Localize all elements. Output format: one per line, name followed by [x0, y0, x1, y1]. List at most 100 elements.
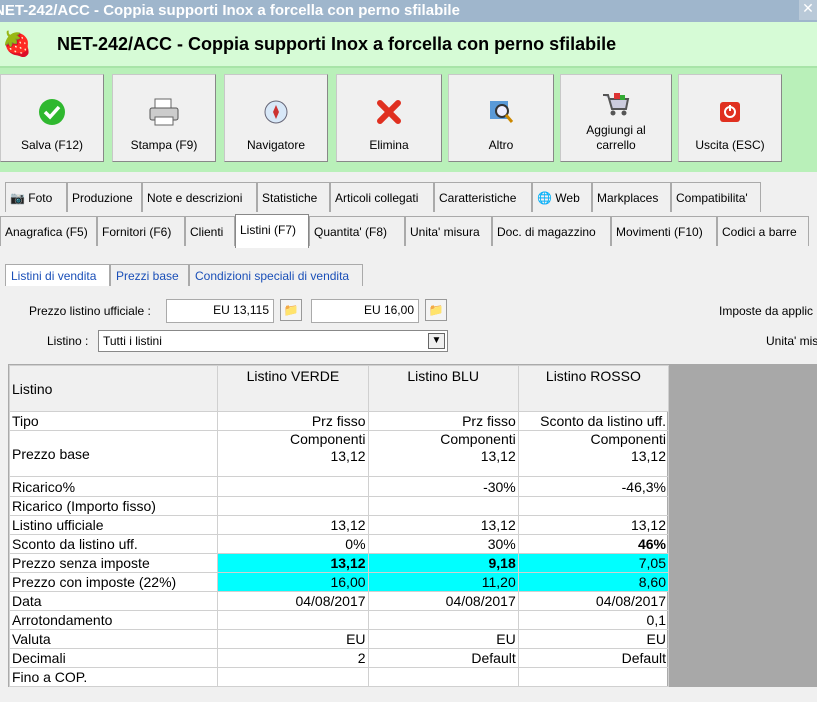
table-cell[interactable] — [517, 496, 670, 516]
column-header[interactable]: Listino — [8, 365, 219, 412]
folder-icon[interactable]: 📁 — [280, 299, 302, 321]
table-row[interactable]: Fino a COP. — [8, 667, 670, 687]
table-cell[interactable]: 13,12 — [517, 515, 670, 535]
tab-statistiche[interactable]: Statistiche — [257, 182, 330, 212]
tab-listini[interactable]: Listini (F7) — [235, 214, 309, 248]
table-cell[interactable] — [367, 496, 519, 516]
table-row[interactable]: Listino ufficiale 13,12 13,12 13,12 — [8, 515, 670, 535]
listini-grid[interactable]: Listino Listino VERDE Listino BLU Listino R… — [8, 364, 670, 687]
tab-foto[interactable]: 📷 Foto — [5, 182, 67, 212]
table-row[interactable]: Sconto da listino uff. 0% 30% 46% — [8, 534, 670, 554]
add-to-cart-button[interactable]: Aggiungi al carrello — [560, 74, 672, 162]
tab-markplaces[interactable]: Markplaces — [592, 182, 671, 212]
chevron-down-icon[interactable]: ▼ — [428, 333, 445, 349]
table-cell[interactable]: Componenti 13,12 — [217, 430, 369, 477]
table-cell[interactable]: 13,12 — [217, 515, 369, 535]
table-cell[interactable]: 46% — [517, 534, 670, 554]
table-cell[interactable]: Componenti 13,12 — [517, 430, 670, 477]
tab-produzione[interactable]: Produzione — [67, 182, 142, 212]
table-cell[interactable] — [217, 476, 369, 497]
table-cell[interactable]: -46,3% — [517, 476, 670, 497]
other-button[interactable]: Altro — [448, 74, 554, 162]
table-row[interactable]: Tipo Prz fisso Prz fisso Sconto da listino … — [8, 411, 670, 431]
navigator-button[interactable]: Navigatore — [224, 74, 328, 162]
print-button[interactable]: Stampa (F9) — [112, 74, 216, 162]
table-cell[interactable] — [217, 496, 369, 516]
table-row[interactable]: Decimali 2 Default Default — [8, 648, 670, 668]
column-header[interactable]: Listino BLU — [367, 365, 519, 412]
table-cell[interactable] — [367, 667, 519, 687]
delete-button[interactable]: Elimina — [336, 74, 442, 162]
table-row[interactable]: Prezzo base Componenti 13,12 Componenti 13,1… — [8, 430, 670, 477]
table-cell[interactable] — [367, 610, 519, 630]
table-cell[interactable]: Componenti 13,12 — [367, 430, 519, 477]
table-cell[interactable]: 11,20 — [367, 572, 519, 592]
table-cell[interactable]: 04/08/2017 — [217, 591, 369, 611]
tab-web[interactable]: 🌐 Web — [532, 182, 592, 212]
tab-compatibilita[interactable]: Compatibilita' — [671, 182, 761, 212]
table-row[interactable]: Data 04/08/2017 04/08/2017 04/08/2017 — [8, 591, 670, 611]
table-cell[interactable] — [217, 667, 369, 687]
table-cell[interactable]: EU — [217, 629, 369, 649]
table-cell[interactable]: 2 — [217, 648, 369, 668]
tab-articoli-collegati[interactable]: Articoli collegati — [330, 182, 434, 212]
window-close-button[interactable]: ✕ — [799, 0, 817, 20]
checkmark-icon — [1, 97, 103, 127]
tab-anagrafica[interactable]: Anagrafica (F5) — [0, 216, 97, 246]
table-cell[interactable]: 0% — [217, 534, 369, 554]
save-button[interactable]: Salva (F12) — [0, 74, 104, 162]
column-header[interactable]: Listino ROSSO — [517, 365, 670, 412]
magnifier-icon — [449, 97, 553, 127]
row-label: Decimali — [8, 648, 219, 668]
tab-unita-misura[interactable]: Unita' misura — [405, 216, 492, 246]
row-label: Prezzo senza imposte — [8, 553, 219, 573]
tab-movimenti[interactable]: Movimenti (F10) — [611, 216, 717, 246]
red-x-icon — [337, 97, 441, 127]
table-row[interactable]: Ricarico% -30% -46,3% — [8, 476, 670, 497]
prezzo-ivato-field[interactable]: EU 16,00 — [311, 299, 419, 323]
tab-codici-barre[interactable]: Codici a barre — [717, 216, 809, 246]
table-cell[interactable]: 30% — [367, 534, 519, 554]
table-cell[interactable]: EU — [367, 629, 519, 649]
column-header[interactable]: Listino VERDE — [217, 365, 369, 412]
table-cell[interactable] — [217, 610, 369, 630]
prezzo-listino-field[interactable]: EU 13,115 — [166, 299, 274, 323]
tab-doc-magazzino[interactable]: Doc. di magazzino — [492, 216, 611, 246]
tab-quantita[interactable]: Quantita' (F8) — [309, 216, 405, 246]
table-cell[interactable]: Prz fisso — [217, 411, 369, 431]
table-cell[interactable]: 16,00 — [217, 572, 369, 592]
tab-note-descrizioni[interactable]: Note e descrizioni — [142, 182, 257, 212]
tab-fornitori[interactable]: Fornitori (F6) — [97, 216, 185, 246]
table-cell[interactable]: Sconto da listino uff. — [517, 411, 670, 431]
table-cell[interactable]: 04/08/2017 — [367, 591, 519, 611]
table-cell[interactable]: 0,1 — [517, 610, 670, 630]
table-cell[interactable]: Default — [367, 648, 519, 668]
table-cell[interactable] — [517, 667, 670, 687]
table-cell[interactable]: 9,18 — [367, 553, 519, 573]
cell-line: 13,12 — [480, 448, 516, 464]
table-cell[interactable]: 7,05 — [517, 553, 670, 573]
table-cell[interactable]: 04/08/2017 — [517, 591, 670, 611]
subtab-prezzi-base[interactable]: Prezzi base — [110, 264, 189, 286]
table-cell[interactable]: 13,12 — [217, 553, 369, 573]
item-header: 🍓 NET-242/ACC - Coppia supporti Inox a f… — [0, 22, 817, 68]
listino-select[interactable]: Tutti i listini ▼ — [98, 330, 448, 352]
tab-caratteristiche[interactable]: Caratteristiche — [434, 182, 532, 212]
table-cell[interactable]: -30% — [367, 476, 519, 497]
compass-icon — [225, 97, 327, 127]
table-row[interactable]: Prezzo senza imposte 13,12 9,18 7,05 — [8, 553, 670, 573]
table-cell[interactable]: EU — [517, 629, 670, 649]
exit-button[interactable]: Uscita (ESC) — [678, 74, 782, 162]
table-cell[interactable]: Default — [517, 648, 670, 668]
table-cell[interactable]: 8,60 — [517, 572, 670, 592]
subtab-listini-vendita[interactable]: Listini di vendita — [5, 264, 110, 286]
table-row[interactable]: Prezzo con imposte (22%) 16,00 11,20 8,60 — [8, 572, 670, 592]
tab-clienti[interactable]: Clienti — [185, 216, 235, 246]
table-cell[interactable]: Prz fisso — [367, 411, 519, 431]
table-row[interactable]: Arrotondamento 0,1 — [8, 610, 670, 630]
table-row[interactable]: Ricarico (Importo fisso) — [8, 496, 670, 516]
table-cell[interactable]: 13,12 — [367, 515, 519, 535]
folder-icon[interactable]: 📁 — [425, 299, 447, 321]
table-row[interactable]: Valuta EU EU EU — [8, 629, 670, 649]
subtab-condizioni-speciali[interactable]: Condizioni speciali di vendita — [189, 264, 363, 286]
